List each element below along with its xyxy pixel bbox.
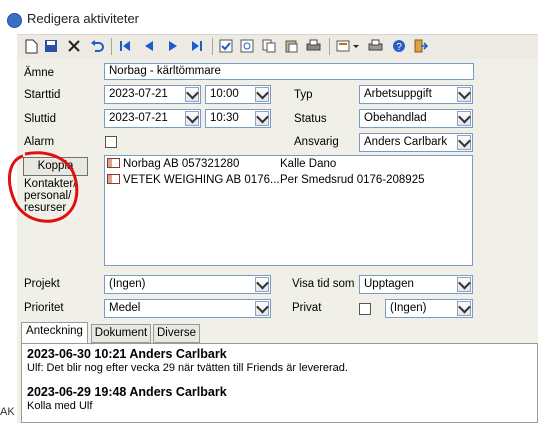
chevron-down-icon[interactable] (255, 301, 269, 316)
contact-person: Per Smedsrud 0176-208925 (280, 174, 425, 186)
print-icon[interactable] (305, 38, 321, 54)
ansvarig-value: Anders Carlbark (364, 136, 448, 148)
start-date-picker[interactable]: 2023-07-21 (104, 85, 201, 104)
background-window-text: AK (0, 406, 15, 418)
chevron-down-icon[interactable] (457, 135, 471, 150)
chevron-down-icon[interactable] (457, 277, 471, 292)
note-header: 2023-06-29 19:48 Anders Carlbark (27, 385, 227, 399)
save-icon[interactable] (43, 38, 59, 54)
projekt-value: (Ingen) (109, 278, 146, 290)
chevron-down-icon[interactable] (255, 87, 269, 102)
prioritet-select[interactable]: Medel (104, 299, 271, 318)
tab-anteckning[interactable]: Anteckning (21, 322, 88, 343)
activity-form: Ämne Norbag - kärltömmare Starttid 2023-… (17, 59, 538, 423)
end-time-value: 10:30 (210, 112, 239, 124)
typ-select[interactable]: Arbetsuppgift (359, 85, 473, 104)
note-text: Kolla med Ulf (27, 400, 93, 412)
visa-tid-som-value: Upptagen (364, 278, 414, 290)
status-select[interactable]: Obehandlad (359, 109, 473, 128)
projekt-label: Projekt (24, 278, 60, 290)
notes-panel[interactable]: 2023-06-30 10:21 Anders Carlbark Ulf: De… (21, 343, 538, 423)
chevron-down-icon[interactable] (457, 87, 471, 102)
printer-icon[interactable] (367, 38, 383, 54)
alarm-checkbox[interactable] (105, 136, 117, 148)
list-item[interactable]: VETEK WEIGHING AB 0176... (107, 174, 280, 188)
sluttid-label: Sluttid (24, 113, 56, 125)
chevron-down-icon[interactable] (255, 277, 269, 292)
contact-card-icon (107, 174, 120, 184)
end-date-value: 2023-07-21 (109, 112, 168, 124)
paste-icon[interactable] (283, 38, 299, 54)
ansvarig-label: Ansvarig (294, 136, 339, 148)
title-bar: Redigera aktiviteter (0, 0, 538, 34)
starttid-label: Starttid (24, 89, 61, 101)
tab-dokument[interactable]: Dokument (91, 324, 151, 343)
list-item[interactable]: Norbag AB 057321280 (107, 158, 239, 172)
alarm-label: Alarm (24, 136, 55, 148)
projekt-select[interactable]: (Ingen) (104, 275, 271, 294)
first-record-icon[interactable] (117, 38, 133, 54)
note-text: Ulf: Det blir nog efter vecka 29 när tvä… (27, 362, 348, 374)
app-globe-icon (7, 13, 22, 28)
end-date-picker[interactable]: 2023-07-21 (104, 109, 201, 128)
previous-record-icon[interactable] (141, 38, 157, 54)
window-title: Redigera aktiviteter (27, 11, 139, 26)
amne-input[interactable]: Norbag - kärltömmare (104, 63, 474, 80)
undo-icon[interactable] (89, 38, 105, 54)
contact-person: Kalle Dano (280, 158, 337, 170)
prioritet-value: Medel (109, 302, 141, 314)
preview-icon[interactable] (239, 38, 255, 54)
amne-label: Ämne (24, 67, 55, 79)
ansvarig-select[interactable]: Anders Carlbark (359, 133, 473, 152)
typ-label: Typ (294, 89, 313, 101)
chevron-down-icon[interactable] (457, 111, 471, 126)
red-annotation-circle (7, 151, 79, 223)
end-time-select[interactable]: 10:30 (205, 109, 271, 128)
privat-label: Privat (292, 302, 322, 314)
privat-checkbox[interactable] (359, 303, 371, 315)
toolbar: ? (17, 34, 538, 60)
note-header: 2023-06-30 10:21 Anders Carlbark (27, 347, 227, 361)
delete-icon[interactable] (66, 38, 82, 54)
contact-card-icon (107, 158, 120, 168)
chevron-down-icon[interactable] (185, 87, 199, 102)
typ-value: Arbetsuppgift (364, 88, 432, 100)
svg-text:?: ? (396, 42, 402, 53)
new-document-icon[interactable] (23, 38, 39, 54)
start-time-value: 10:00 (210, 88, 239, 100)
next-record-icon[interactable] (165, 38, 181, 54)
privat-select[interactable]: (Ingen) (385, 299, 473, 318)
chevron-down-icon[interactable] (185, 111, 199, 126)
visa-tid-som-select[interactable]: Upptagen (359, 275, 473, 294)
prioritet-label: Prioritet (24, 302, 64, 314)
last-record-icon[interactable] (189, 38, 205, 54)
contacts-list[interactable]: Norbag AB 057321280 Kalle Dano VETEK WEI… (104, 155, 473, 266)
exit-icon[interactable] (413, 38, 429, 54)
start-time-select[interactable]: 10:00 (205, 85, 271, 104)
start-date-value: 2023-07-21 (109, 88, 168, 100)
status-label: Status (294, 113, 327, 125)
privat-value: (Ingen) (390, 302, 427, 314)
copy-icon[interactable] (261, 38, 277, 54)
chevron-down-icon[interactable] (457, 301, 471, 316)
status-value: Obehandlad (364, 112, 427, 124)
settings-dropdown-icon[interactable] (335, 38, 361, 54)
left-edge (0, 59, 17, 423)
chevron-down-icon[interactable] (255, 111, 269, 126)
contact-company: VETEK WEIGHING AB 0176... (123, 174, 280, 186)
help-icon[interactable]: ? (391, 38, 407, 54)
check-icon[interactable] (218, 38, 234, 54)
tab-diverse[interactable]: Diverse (153, 324, 200, 343)
visa-tid-som-label: Visa tid som (292, 278, 355, 290)
contact-company: Norbag AB 057321280 (123, 158, 240, 170)
